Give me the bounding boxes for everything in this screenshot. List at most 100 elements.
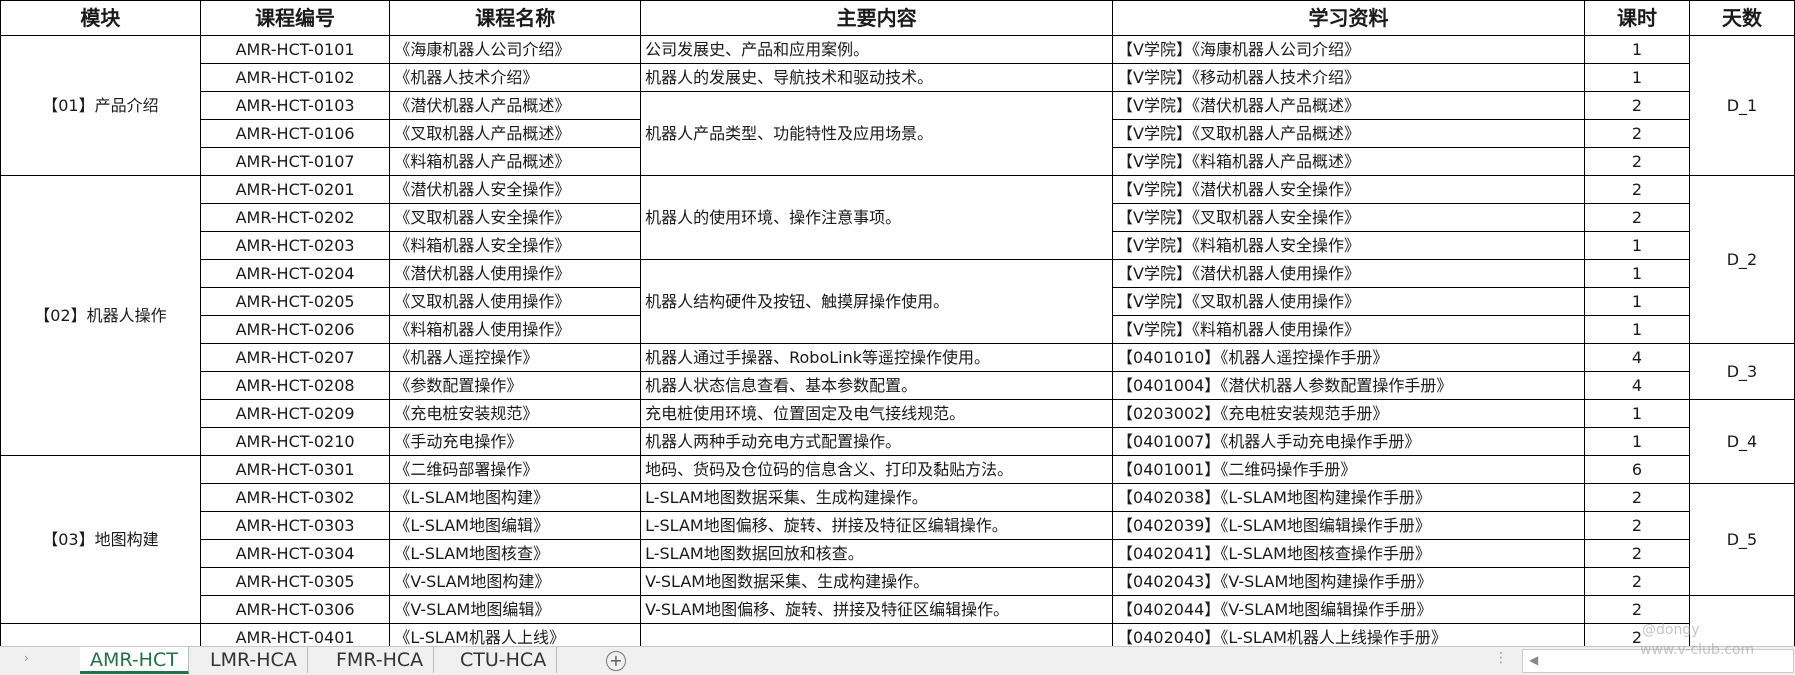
scroll-left-icon[interactable]: ◀	[1529, 653, 1538, 667]
hours-cell[interactable]: 2	[1583, 595, 1690, 624]
hours-cell[interactable]: 2	[1583, 539, 1690, 568]
material-cell[interactable]: 【V学院】《料箱机器人使用操作》	[1112, 315, 1585, 344]
material-cell[interactable]: 【0402043】《V-SLAM地图构建操作手册》	[1112, 567, 1585, 596]
content-cell[interactable]: 地码、货码及仓位码的信息含义、打印及黏贴方法。	[640, 455, 1114, 484]
material-cell[interactable]: 【0401004】《潜伏机器人参数配置操作手册》	[1112, 371, 1585, 400]
course-id-cell[interactable]: AMR-HCT-0301	[199, 455, 391, 484]
material-cell[interactable]: 【0402040】《L-SLAM机器人上线操作手册》	[1112, 623, 1585, 646]
course-name-cell[interactable]: 《潜伏机器人使用操作》	[389, 259, 642, 288]
hours-cell[interactable]: 1	[1583, 63, 1690, 92]
content-cell[interactable]: L-SLAM地图数据采集、生成构建操作。	[640, 483, 1114, 512]
course-name-cell[interactable]: 《充电桩安装规范》	[389, 399, 642, 428]
day-cell[interactable]: D_3	[1688, 343, 1795, 400]
hours-cell[interactable]: 2	[1583, 511, 1690, 540]
header-course-name[interactable]: 课程名称	[389, 0, 642, 36]
course-id-cell[interactable]: AMR-HCT-0201	[199, 175, 391, 204]
hours-cell[interactable]: 1	[1583, 287, 1690, 316]
tab-ctu-hca[interactable]: CTU-HCA	[450, 647, 558, 673]
material-cell[interactable]: 【V学院】《叉取机器人使用操作》	[1112, 287, 1585, 316]
course-id-cell[interactable]: AMR-HCT-0306	[199, 595, 391, 624]
material-cell[interactable]: 【V学院】《潜伏机器人产品概述》	[1112, 91, 1585, 120]
header-main-content[interactable]: 主要内容	[640, 0, 1114, 36]
hours-cell[interactable]: 2	[1583, 175, 1690, 204]
course-name-cell[interactable]: 《二维码部署操作》	[389, 455, 642, 484]
course-name-cell[interactable]: 《海康机器人公司介绍》	[389, 35, 642, 64]
hours-cell[interactable]: 2	[1583, 147, 1690, 176]
course-name-cell[interactable]: 《L-SLAM地图核查》	[389, 539, 642, 568]
course-id-cell[interactable]: AMR-HCT-0202	[199, 203, 391, 232]
header-hours[interactable]: 课时	[1583, 0, 1690, 36]
day-cell[interactable]: D_4	[1688, 399, 1795, 484]
hours-cell[interactable]: 6	[1583, 455, 1690, 484]
course-id-cell[interactable]: AMR-HCT-0205	[199, 287, 391, 316]
material-cell[interactable]: 【0203002】《充电桩安装规范手册》	[1112, 399, 1585, 428]
day-cell[interactable]	[1688, 595, 1795, 646]
course-id-cell[interactable]: AMR-HCT-0203	[199, 231, 391, 260]
content-cell[interactable]: 机器人通过手操器、RoboLink等遥控操作使用。	[640, 343, 1114, 372]
module-cell[interactable]: 【01】产品介绍	[0, 35, 201, 176]
add-sheet-icon[interactable]: +	[606, 651, 626, 671]
course-name-cell[interactable]: 《机器人遥控操作》	[389, 343, 642, 372]
course-id-cell[interactable]: AMR-HCT-0106	[199, 119, 391, 148]
course-id-cell[interactable]: AMR-HCT-0107	[199, 147, 391, 176]
content-cell[interactable]: 机器人结构硬件及按钮、触摸屏操作使用。	[640, 259, 1114, 344]
course-name-cell[interactable]: 《V-SLAM地图构建》	[389, 567, 642, 596]
course-name-cell[interactable]: 《潜伏机器人产品概述》	[389, 91, 642, 120]
course-name-cell[interactable]: 《机器人技术介绍》	[389, 63, 642, 92]
material-cell[interactable]: 【V学院】《潜伏机器人安全操作》	[1112, 175, 1585, 204]
material-cell[interactable]: 【0402039】《L-SLAM地图编辑操作手册》	[1112, 511, 1585, 540]
content-cell[interactable]: 机器人产品类型、功能特性及应用场景。	[640, 91, 1114, 176]
header-module[interactable]: 模块	[0, 0, 201, 36]
module-cell[interactable]	[0, 623, 201, 646]
spreadsheet-grid[interactable]: 模块 课程编号 课程名称 主要内容 学习资料 课时 天数 【01】产品介绍 AM…	[0, 0, 1795, 646]
material-cell[interactable]: 【0402044】《V-SLAM地图编辑操作手册》	[1112, 595, 1585, 624]
course-name-cell[interactable]: 《叉取机器人产品概述》	[389, 119, 642, 148]
course-id-cell[interactable]: AMR-HCT-0208	[199, 371, 391, 400]
hours-cell[interactable]: 2	[1583, 119, 1690, 148]
course-id-cell[interactable]: AMR-HCT-0206	[199, 315, 391, 344]
material-cell[interactable]: 【V学院】《叉取机器人安全操作》	[1112, 203, 1585, 232]
course-id-cell[interactable]: AMR-HCT-0207	[199, 343, 391, 372]
content-cell[interactable]: 公司发展史、产品和应用案例。	[640, 35, 1114, 64]
tab-scroll-right-icon[interactable]: ›	[24, 651, 29, 665]
course-name-cell[interactable]: 《参数配置操作》	[389, 371, 642, 400]
course-id-cell[interactable]: AMR-HCT-0401	[199, 623, 391, 646]
course-id-cell[interactable]: AMR-HCT-0302	[199, 483, 391, 512]
material-cell[interactable]: 【V学院】《潜伏机器人使用操作》	[1112, 259, 1585, 288]
hours-cell[interactable]: 4	[1583, 371, 1690, 400]
header-materials[interactable]: 学习资料	[1112, 0, 1585, 36]
course-id-cell[interactable]: AMR-HCT-0305	[199, 567, 391, 596]
content-cell[interactable]: L-SLAM地图偏移、旋转、拼接及特征区编辑操作。	[640, 511, 1114, 540]
content-cell[interactable]: 机器人的使用环境、操作注意事项。	[640, 175, 1114, 260]
content-cell[interactable]: 充电桩使用环境、位置固定及电气接线规范。	[640, 399, 1114, 428]
tab-fmr-hca[interactable]: FMR-HCA	[326, 647, 435, 673]
material-cell[interactable]: 【0401001】《二维码操作手册》	[1112, 455, 1585, 484]
material-cell[interactable]: 【0402038】《L-SLAM地图构建操作手册》	[1112, 483, 1585, 512]
course-name-cell[interactable]: 《L-SLAM地图构建》	[389, 483, 642, 512]
material-cell[interactable]: 【V学院】《移动机器人技术介绍》	[1112, 63, 1585, 92]
material-cell[interactable]: 【0402041】《L-SLAM地图核查操作手册》	[1112, 539, 1585, 568]
course-id-cell[interactable]: AMR-HCT-0101	[199, 35, 391, 64]
material-cell[interactable]: 【V学院】《料箱机器人安全操作》	[1112, 231, 1585, 260]
course-id-cell[interactable]: AMR-HCT-0210	[199, 427, 391, 456]
course-id-cell[interactable]: AMR-HCT-0303	[199, 511, 391, 540]
day-cell[interactable]: D_1	[1688, 35, 1795, 176]
tab-amr-hct[interactable]: AMR-HCT	[80, 647, 189, 674]
course-name-cell[interactable]: 《料箱机器人产品概述》	[389, 147, 642, 176]
content-cell[interactable]: 机器人状态信息查看、基本参数配置。	[640, 371, 1114, 400]
course-name-cell[interactable]: 《叉取机器人安全操作》	[389, 203, 642, 232]
day-cell[interactable]: D_2	[1688, 175, 1795, 344]
material-cell[interactable]: 【V学院】《叉取机器人产品概述》	[1112, 119, 1585, 148]
material-cell[interactable]: 【0401007】《机器人手动充电操作手册》	[1112, 427, 1585, 456]
hours-cell[interactable]: 2	[1583, 203, 1690, 232]
material-cell[interactable]: 【0401010】《机器人遥控操作手册》	[1112, 343, 1585, 372]
course-name-cell[interactable]: 《V-SLAM地图编辑》	[389, 595, 642, 624]
hours-cell[interactable]: 1	[1583, 399, 1690, 428]
course-id-cell[interactable]: AMR-HCT-0103	[199, 91, 391, 120]
course-id-cell[interactable]: AMR-HCT-0304	[199, 539, 391, 568]
course-name-cell[interactable]: 《L-SLAM机器人上线》	[389, 623, 642, 646]
course-name-cell[interactable]: 《料箱机器人安全操作》	[389, 231, 642, 260]
course-name-cell[interactable]: 《L-SLAM地图编辑》	[389, 511, 642, 540]
hours-cell[interactable]: 4	[1583, 343, 1690, 372]
content-cell[interactable]: V-SLAM地图偏移、旋转、拼接及特征区编辑操作。	[640, 595, 1114, 624]
